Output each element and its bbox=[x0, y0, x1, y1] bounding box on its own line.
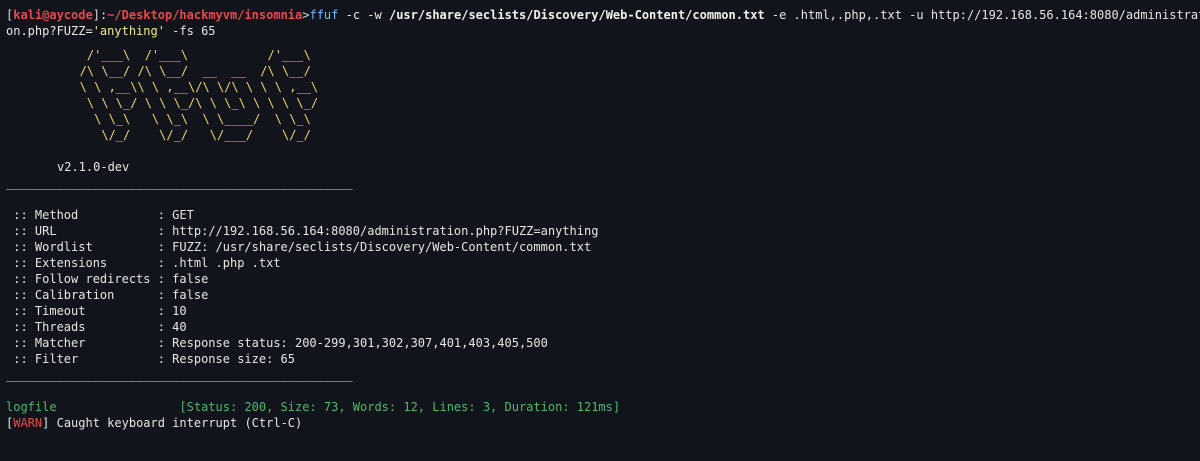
config-key: :: Extensions bbox=[6, 256, 158, 270]
result-row: logfile [Status: 200, Size: 73, Words: 1… bbox=[6, 399, 1200, 415]
command-string: 'anything' bbox=[92, 24, 165, 38]
separator-bottom: ________________________________________… bbox=[6, 368, 353, 382]
command-args-3: on.php?FUZZ= bbox=[6, 24, 93, 38]
warn-tag: WARN bbox=[13, 416, 43, 430]
config-value: : 10 bbox=[157, 304, 187, 318]
config-value: : Response size: 65 bbox=[157, 352, 295, 366]
config-row: :: Wordlist : FUZZ: /usr/share/seclists/… bbox=[6, 239, 1200, 255]
config-row: :: Matcher : Response status: 200-299,30… bbox=[6, 335, 1200, 351]
config-key: :: Threads bbox=[6, 320, 158, 334]
config-row: :: Extensions : .html .php .txt bbox=[6, 255, 1200, 271]
config-key: :: Timeout bbox=[6, 304, 158, 318]
config-row: :: Method : GET bbox=[6, 207, 1200, 223]
terminal-window[interactable]: [kali@aycode]:~/Desktop/hackmyvm/insomni… bbox=[0, 0, 1200, 461]
config-row: :: URL : http://192.168.56.164:8080/admi… bbox=[6, 223, 1200, 239]
config-value: : Response status: 200-299,301,302,307,4… bbox=[157, 336, 548, 350]
config-key: :: Filter bbox=[6, 352, 158, 366]
version-label: v2.1.0-dev bbox=[57, 160, 130, 174]
command-line-2: on.php?FUZZ='anything' -fs 65 bbox=[6, 23, 1200, 39]
config-key: :: URL bbox=[6, 224, 158, 238]
command-wordlist: /usr/share/seclists/Discovery/Web-Conten… bbox=[388, 8, 765, 22]
config-value: : 40 bbox=[157, 320, 187, 334]
config-value: : .html .php .txt bbox=[157, 256, 281, 270]
config-row: :: Timeout : 10 bbox=[6, 303, 1200, 319]
command-args-1: -c -w bbox=[338, 8, 389, 22]
command-line-1: [kali@aycode]:~/Desktop/hackmyvm/insomni… bbox=[6, 7, 1200, 23]
warning-line: [WARN] Caught keyboard interrupt (Ctrl-C… bbox=[6, 415, 1200, 431]
command-args-4: -fs 65 bbox=[164, 24, 216, 38]
prompt-path: ~/Desktop/hackmyvm/insomnia bbox=[107, 8, 303, 22]
prompt-user-host: kali@aycode bbox=[13, 8, 93, 22]
command-tool: ffuf bbox=[309, 8, 339, 22]
warn-message: Caught keyboard interrupt (Ctrl-C) bbox=[49, 416, 303, 430]
separator-top: ________________________________________… bbox=[6, 176, 353, 190]
config-key: :: Method bbox=[6, 208, 158, 222]
result-detail: [Status: 200, Size: 73, Words: 12, Lines… bbox=[179, 400, 621, 414]
command-args-2: -e .html,.php,.txt -u http://192.168.56.… bbox=[764, 8, 1200, 22]
config-key: :: Follow redirects bbox=[6, 272, 158, 286]
result-name: logfile bbox=[6, 400, 180, 414]
config-row: :: Filter : Response size: 65 bbox=[6, 351, 1200, 367]
config-key: :: Wordlist bbox=[6, 240, 158, 254]
config-list: :: Method : GET :: URL : http://192.168.… bbox=[6, 207, 1200, 367]
config-value: : false bbox=[157, 288, 209, 302]
config-key: :: Calibration bbox=[6, 288, 158, 302]
config-row: :: Follow redirects : false bbox=[6, 271, 1200, 287]
config-row: :: Threads : 40 bbox=[6, 319, 1200, 335]
config-value: : FUZZ: /usr/share/seclists/Discovery/We… bbox=[157, 240, 592, 254]
config-value: : GET bbox=[157, 208, 194, 222]
config-key: :: Matcher bbox=[6, 336, 158, 350]
prompt-separator: ]: bbox=[92, 8, 108, 22]
config-row: :: Calibration : false bbox=[6, 287, 1200, 303]
ffuf-ascii-banner: /'___\ /'___\ /'___\ /\ \__/ /\ \__/ __ … bbox=[79, 48, 319, 142]
config-value: : http://192.168.56.164:8080/administrat… bbox=[157, 224, 599, 238]
config-value: : false bbox=[157, 272, 209, 286]
